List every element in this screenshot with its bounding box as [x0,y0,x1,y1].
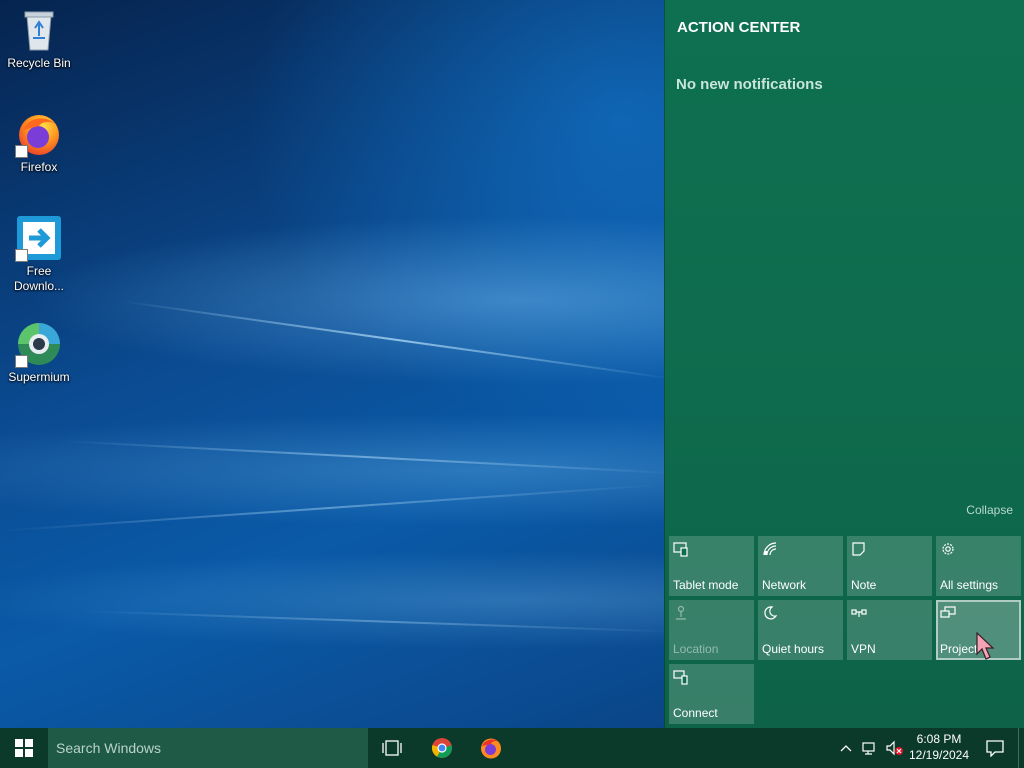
quick-action-network[interactable]: Network [758,536,843,596]
chrome-icon [431,738,452,758]
desktop-icon-label: Free Downlo... [13,264,65,293]
location-icon [673,605,689,621]
shortcut-arrow-icon [15,249,28,262]
tile-label: Project [940,642,978,656]
connect-icon [673,669,689,685]
note-icon [851,541,867,557]
shortcut-arrow-icon [15,145,28,158]
collapse-button[interactable]: Collapse [966,503,1013,517]
desktop-icon-recycle-bin[interactable]: Recycle Bin [0,6,78,71]
clock-date: 12/19/2024 [908,748,970,762]
desktop-icon-supermium[interactable]: Supermium [0,320,78,385]
project-icon [940,605,956,621]
chevron-up-icon[interactable] [838,740,854,756]
desktop-icon-free-download-manager[interactable]: Free Downlo... [0,214,78,294]
taskbar-clock[interactable]: 6:08 PM 12/19/2024 [904,731,974,765]
tile-label: Connect [673,706,718,720]
tile-label: Quiet hours [762,642,825,656]
recycle-bin-icon [15,6,63,54]
quick-action-all-settings[interactable]: All settings [936,536,1021,596]
shortcut-arrow-icon [15,355,28,368]
taskbar: Search Windows 6:08 PM 12/19/2024 [0,728,1024,768]
task-view-button[interactable] [368,728,416,768]
vpn-icon [851,605,867,621]
moon-icon [762,605,778,621]
taskbar-search-box[interactable]: Search Windows [48,728,368,768]
tablet-mode-icon [673,541,689,557]
start-button[interactable] [0,728,48,768]
mouse-cursor-icon [976,631,996,662]
clock-time: 6:08 PM [916,732,962,746]
notification-icon [986,740,1004,757]
action-center-title: ACTION CENTER [677,19,801,36]
tile-label: Note [851,578,877,592]
quick-action-tablet-mode[interactable]: Tablet mode [669,536,754,596]
free-download-manager-icon [15,214,63,262]
desktop-icon-label: Supermium [8,370,70,384]
volume-muted-icon[interactable] [886,740,903,756]
tile-label: All settings [940,578,999,592]
task-view-icon [382,740,402,756]
quick-action-quiet-hours[interactable]: Quiet hours [758,600,843,660]
desktop-icon-label: Recycle Bin [7,56,71,70]
no-notifications-message: No new notifications [676,76,823,93]
quick-action-connect[interactable]: Connect [669,664,754,724]
tile-label: Location [673,642,719,656]
gear-icon [940,541,956,557]
taskbar-firefox-button[interactable] [467,728,515,768]
taskbar-chrome-button[interactable] [418,728,466,768]
supermium-icon [15,320,63,368]
network-tray-icon[interactable] [862,740,878,756]
desktop-icon-label: Firefox [20,160,58,174]
tile-label: VPN [851,642,876,656]
tile-label: Tablet mode [673,578,739,592]
quick-action-vpn[interactable]: VPN [847,600,932,660]
desktop-icon-firefox[interactable]: Firefox [0,110,78,175]
show-desktop-button[interactable] [1018,728,1024,768]
network-icon [762,541,778,557]
action-center-button[interactable] [976,728,1014,768]
firefox-icon [481,738,501,759]
tile-label: Network [762,578,807,592]
quick-action-location[interactable]: Location [669,600,754,660]
windows-logo-icon [15,739,33,757]
firefox-icon [15,110,63,158]
quick-action-note[interactable]: Note [847,536,932,596]
action-center-panel: ACTION CENTER No new notifications Colla… [664,0,1024,728]
